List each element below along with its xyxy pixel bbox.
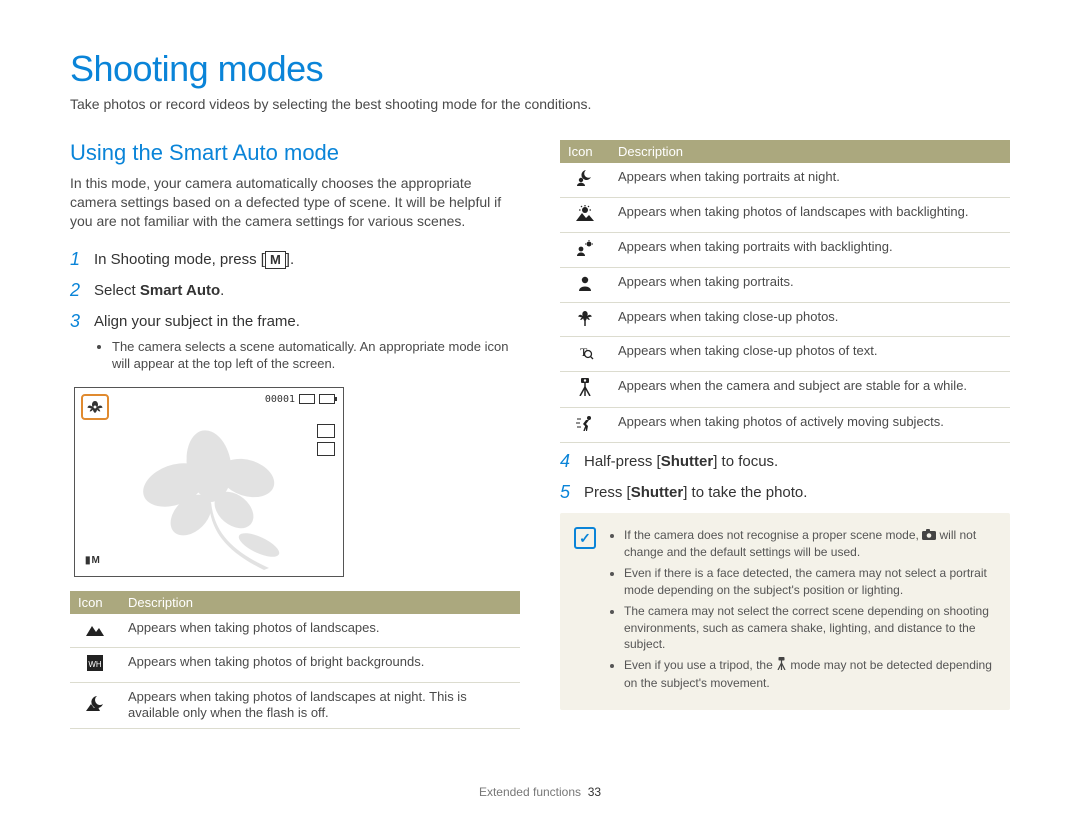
note-icon: ✓ (574, 527, 596, 549)
desc-cell: Appears when the camera and subject are … (610, 372, 1010, 408)
desc-cell: Appears when taking photos of landscapes… (120, 682, 520, 729)
step-1: 1 In Shooting mode, press [M]. (70, 249, 520, 270)
table-row: T Appears when taking close-up photos of… (560, 337, 1010, 372)
macro-icon (575, 309, 595, 327)
step-4: 4 Half-press [Shutter] to focus. (560, 451, 1010, 472)
note-box: ✓ If the camera does not recognise a pro… (560, 513, 1010, 710)
table-row: Appears when taking portraits at night. (560, 163, 1010, 197)
step-text: Half-press [Shutter] to focus. (584, 451, 778, 470)
page-number: 33 (588, 785, 601, 799)
screen-top-row: 00001 (265, 394, 335, 405)
desc-cell: Appears when taking photos of actively m… (610, 408, 1010, 443)
night-landscape-icon (85, 694, 105, 712)
desc-cell: Appears when taking portraits at night. (610, 163, 1010, 197)
white-bg-icon: WH (85, 654, 105, 672)
th-icon: Icon (560, 140, 610, 163)
step-number: 5 (560, 482, 574, 503)
im-badge: ▮M (85, 555, 99, 566)
th-desc: Description (120, 591, 520, 614)
desc-cell: Appears when taking close-up photos of t… (610, 337, 1010, 372)
night-portrait-icon (575, 169, 595, 187)
note-item: Even if you use a tripod, the mode may n… (624, 657, 994, 692)
desc-cell: Appears when taking photos of landscapes… (610, 197, 1010, 232)
bullet-item: The camera selects a scene automatically… (112, 338, 520, 373)
svg-text:WH: WH (88, 660, 102, 669)
battery-icon (319, 394, 335, 404)
backlight-portrait-icon (575, 239, 595, 257)
step-text: Align your subject in the frame. (94, 311, 300, 330)
desc-cell: Appears when taking close-up photos. (610, 302, 1010, 337)
step-text: In Shooting mode, press [M]. (94, 249, 294, 269)
section-paragraph: In this mode, your camera automatically … (70, 174, 520, 231)
right-column: Icon Description Appears when taking por… (560, 140, 1010, 737)
step-number: 4 (560, 451, 574, 472)
icon-table-left: Icon Description Appears when taking pho… (70, 591, 520, 730)
desc-cell: Appears when taking photos of landscapes… (120, 614, 520, 647)
th-desc: Description (610, 140, 1010, 163)
action-icon (575, 414, 595, 432)
table-row: Appears when taking photos of landscapes… (560, 197, 1010, 232)
table-row: Appears when taking close-up photos. (560, 302, 1010, 337)
note-item: If the camera does not recognise a prope… (624, 527, 994, 561)
frame-counter: 00001 (265, 394, 295, 405)
table-row: Appears when taking photos of actively m… (560, 408, 1010, 443)
tripod-inline-icon (776, 657, 787, 675)
step-2: 2 Select Smart Auto. (70, 280, 520, 301)
step-number: 3 (70, 311, 84, 332)
desc-cell: Appears when taking portraits with backl… (610, 232, 1010, 267)
th-icon: Icon (70, 591, 120, 614)
page-title: Shooting modes (70, 48, 1010, 90)
icon-table-right: Icon Description Appears when taking por… (560, 140, 1010, 443)
table-row: Appears when taking photos of landscapes… (70, 682, 520, 729)
page-footer: Extended functions 33 (0, 785, 1080, 799)
camera-screen-illustration: 00001 ▮M (74, 387, 344, 577)
section-heading: Using the Smart Auto mode (70, 140, 520, 166)
smart-auto-icon (922, 528, 936, 545)
landscape-icon (85, 620, 105, 638)
step-text: Select Smart Auto. (94, 280, 224, 299)
page-intro: Take photos or record videos by selectin… (70, 96, 1010, 112)
card-icon (299, 394, 315, 404)
step-number: 2 (70, 280, 84, 301)
desc-cell: Appears when taking portraits. (610, 267, 1010, 302)
backlight-landscape-icon (575, 204, 595, 222)
table-row: Appears when the camera and subject are … (560, 372, 1010, 408)
portrait-icon (575, 274, 595, 292)
step-5: 5 Press [Shutter] to take the photo. (560, 482, 1010, 503)
note-item: The camera may not select the correct sc… (624, 603, 994, 653)
table-row: Appears when taking photos of landscapes… (70, 614, 520, 647)
footer-section-label: Extended functions (479, 785, 581, 799)
step-number: 1 (70, 249, 84, 270)
table-row: Appears when taking portraits with backl… (560, 232, 1010, 267)
note-item: Even if there is a face detected, the ca… (624, 565, 994, 599)
quality-icon (317, 442, 335, 456)
macro-text-icon: T (575, 343, 595, 361)
table-row: WH Appears when taking photos of bright … (70, 647, 520, 682)
desc-cell: Appears when taking photos of bright bac… (120, 647, 520, 682)
flower-illustration (119, 410, 299, 570)
step-3: 3 Align your subject in the frame. (70, 311, 520, 332)
content-columns: Using the Smart Auto mode In this mode, … (70, 140, 1010, 737)
screen-right-stack (317, 424, 335, 456)
left-column: Using the Smart Auto mode In this mode, … (70, 140, 520, 737)
m-key-icon: M (265, 251, 286, 269)
step-3-bullets: The camera selects a scene automatically… (98, 338, 520, 373)
resolution-icon (317, 424, 335, 438)
mode-badge-macro-icon (81, 394, 109, 420)
table-row: Appears when taking portraits. (560, 267, 1010, 302)
step-text: Press [Shutter] to take the photo. (584, 482, 807, 501)
tripod-icon (575, 378, 595, 396)
